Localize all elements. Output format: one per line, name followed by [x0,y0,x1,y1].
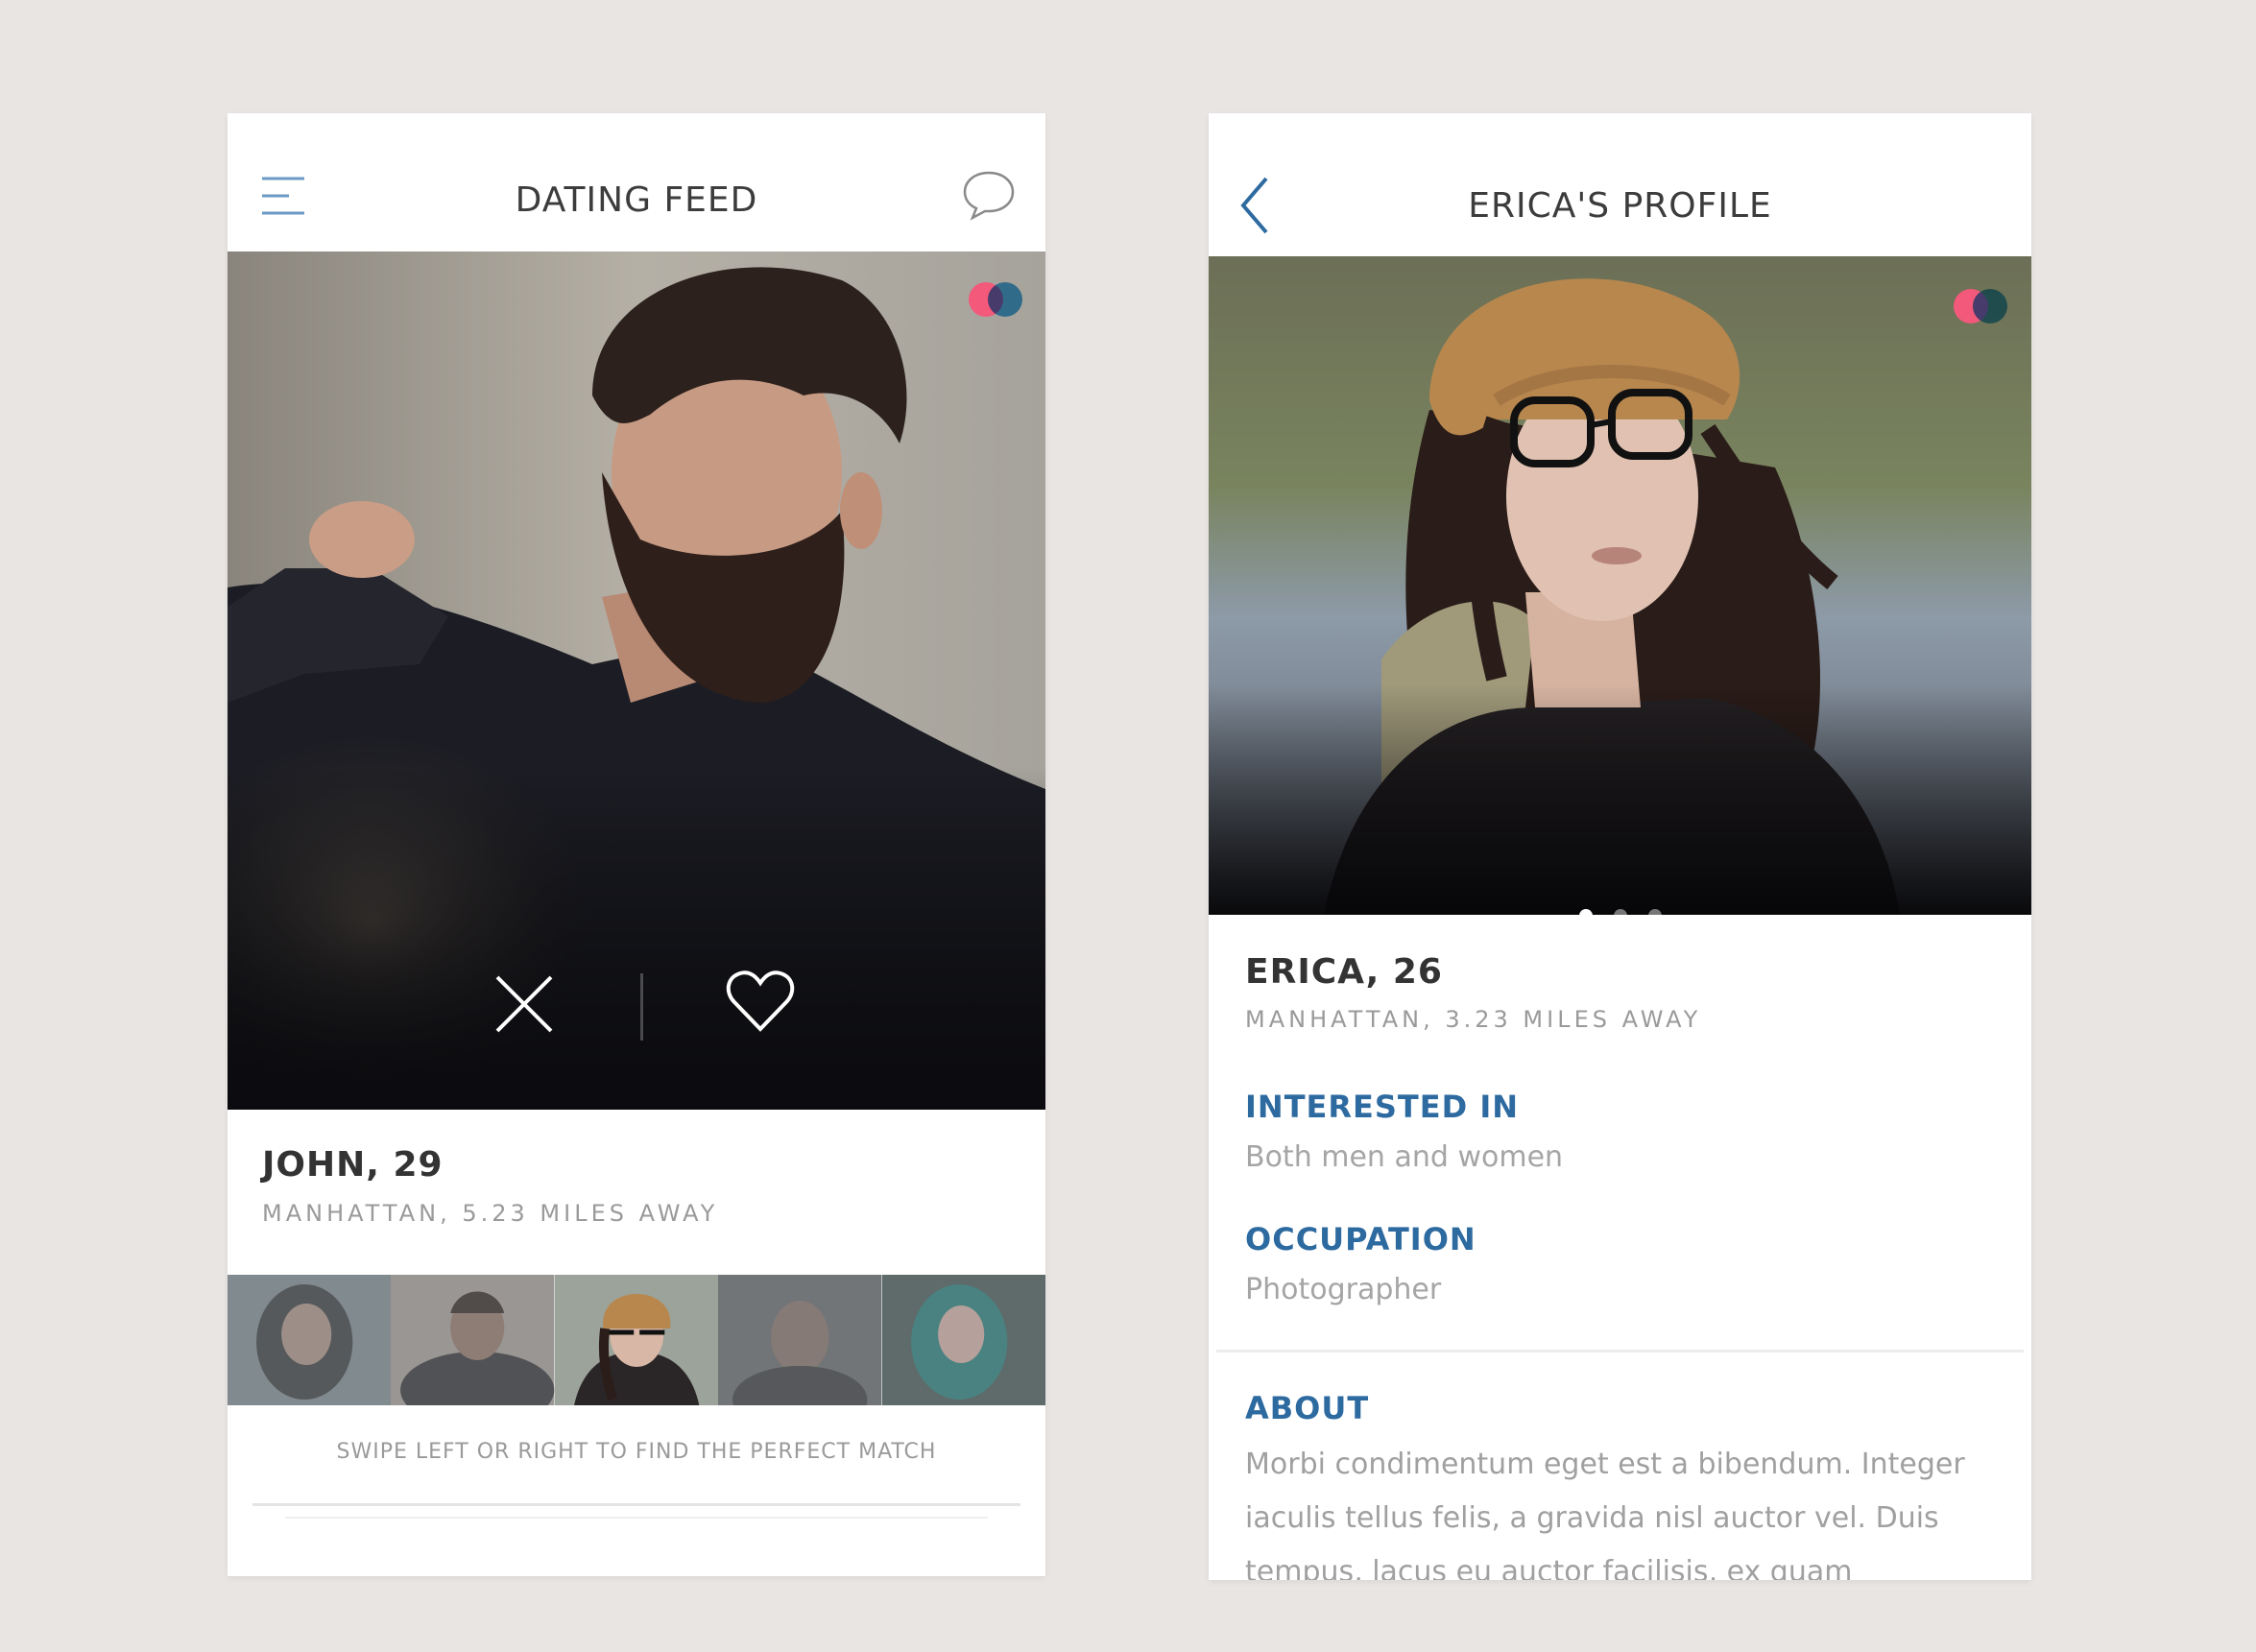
profile-name: ERICA, 26 [1245,952,1443,992]
match-indicator-icon [1954,289,2007,323]
pager-dot-active[interactable] [1578,909,1593,915]
heart-icon[interactable] [725,970,796,1035]
thumbnail-item[interactable] [881,1275,1045,1405]
profile-name: JOHN, 29 [262,1145,444,1185]
thumbnail-item[interactable] [391,1275,555,1405]
about-text: Morbi condimentum eget est a bibendum. I… [1245,1448,1965,1580]
chat-bubble-icon[interactable] [961,169,1017,221]
interested-in-value: Both men and women [1245,1140,1564,1174]
page-title: ERICA'S PROFILE [1468,186,1772,226]
profile-location: MANHATTAN, 5.23 MILES AWAY [262,1200,719,1227]
thumbnail-item[interactable] [718,1275,882,1405]
pager-dot[interactable] [1613,909,1627,915]
occupation-label: OCCUPATION [1245,1221,1476,1257]
dating-feed-screen: DATING FEED JOHN, 29 MANHATTAN, 5.23 MIL… [228,113,1045,1576]
action-divider [640,973,643,1041]
profile-app-bar: ERICA'S PROFILE [1209,113,2031,251]
match-indicator-icon [969,282,1022,317]
feed-app-bar: DATING FEED [228,113,1045,251]
profile-location: MANHATTAN, 3.23 MILES AWAY [1245,1006,1702,1033]
profile-thumbnail-strip [228,1275,1045,1405]
profile-photo-erica[interactable] [1209,256,2031,915]
section-divider [1216,1350,2024,1353]
page-title: DATING FEED [515,180,758,220]
close-x-icon[interactable] [493,973,555,1035]
about-label: ABOUT [1245,1390,1370,1426]
occupation-value: Photographer [1245,1273,1442,1306]
swipe-hint: SWIPE LEFT OR RIGHT TO FIND THE PERFECT … [336,1440,937,1464]
profile-screen: ERICA'S PROFILE ERICA, 26 MANHATTAN, 3.2… [1209,113,2031,1580]
thumbnail-item-selected[interactable] [554,1275,719,1405]
photo-pager[interactable] [1209,909,2031,915]
pager-dot[interactable] [1647,909,1662,915]
interested-in-label: INTERESTED IN [1245,1089,1519,1125]
bottom-divider-secondary [285,1517,988,1519]
bottom-divider [252,1503,1020,1506]
thumbnail-item[interactable] [228,1275,392,1405]
profile-photo-john[interactable] [228,251,1045,1110]
